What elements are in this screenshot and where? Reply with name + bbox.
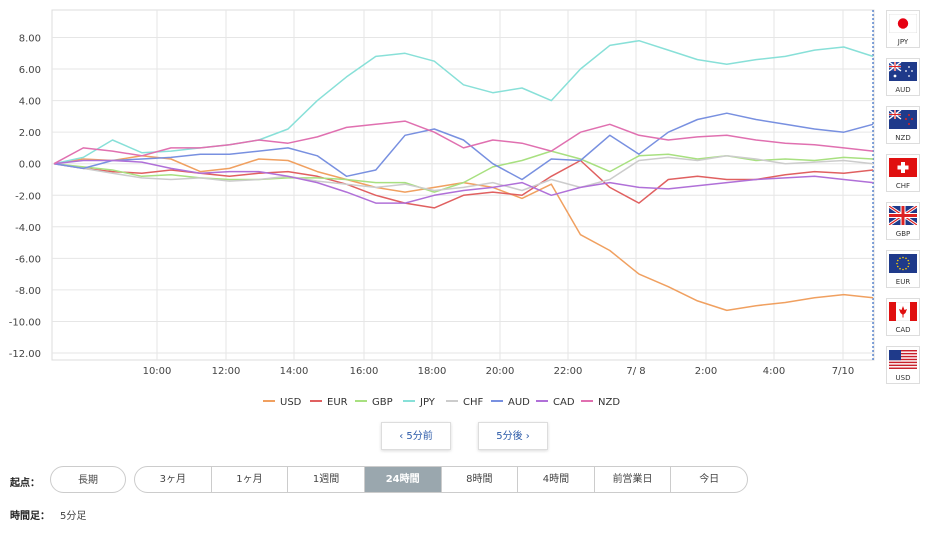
period-option[interactable]: 今日 (671, 467, 747, 492)
japan-flag-icon (889, 14, 917, 33)
legend-label-usd: USD (280, 397, 302, 408)
y-tick-label: 0.00 (19, 160, 41, 171)
currency-toggle-jpy[interactable]: JPY (886, 10, 920, 48)
legend-label-gbp: GBP (372, 397, 393, 408)
chart-axes: 8.00 6.00 4.00 2.00 0.00 -2.00 -4.00 -6.00 -8.00… (9, 34, 854, 378)
y-tick-label: -12.00 (9, 349, 41, 360)
x-tick-label: 12:00 (212, 366, 241, 377)
flag-label: CHF (895, 182, 911, 190)
prev-5min-button[interactable]: ‹ 5分前 (381, 422, 451, 450)
x-tick-label: 22:00 (554, 366, 583, 377)
x-tick-label: 2:00 (695, 366, 717, 377)
y-tick-label: 2.00 (19, 128, 41, 139)
flag-label: USD (895, 374, 911, 382)
period-selector: 3ヶ月 1ヶ月 1週間 24時間 8時間 4時間 前営業日 今日 (134, 466, 748, 493)
next-5min-button[interactable]: 5分後 › (478, 422, 548, 450)
y-tick-label: 4.00 (19, 97, 41, 108)
flag-label: CAD (895, 326, 911, 334)
period-option[interactable]: 1週間 (288, 467, 365, 492)
x-tick-label: 14:00 (280, 366, 309, 377)
plot-frame (51, 9, 875, 361)
legend-label-aud: AUD (508, 397, 530, 408)
currency-toggle-aud[interactable]: AUD (886, 58, 920, 96)
eu-flag-icon (889, 254, 917, 273)
series-line-jpy (53, 39, 874, 165)
long-term-button[interactable]: 長期 (50, 466, 126, 493)
legend-label-jpy: JPY (419, 397, 436, 408)
currency-toggle-gbp[interactable]: GBP (886, 202, 920, 240)
y-tick-label: 8.00 (19, 34, 41, 45)
currency-toggle-nzd[interactable]: NZD (886, 106, 920, 144)
flag-label: GBP (895, 230, 911, 238)
flag-label: AUD (895, 86, 911, 94)
y-tick-label: 6.00 (19, 65, 41, 76)
period-option[interactable]: 前営業日 (595, 467, 672, 492)
chart-grid (51, 9, 875, 361)
x-tick-label: 10:00 (143, 366, 172, 377)
flag-label: JPY (897, 38, 909, 46)
new-zealand-flag-icon (889, 110, 917, 129)
legend-label-cad: CAD (553, 397, 575, 408)
y-tick-label: -10.00 (9, 317, 41, 328)
flag-label: EUR (895, 278, 911, 286)
x-tick-label: 16:00 (350, 366, 379, 377)
x-tick-label: 7/ 8 (626, 366, 645, 377)
interval-label: 時間足： (10, 511, 50, 522)
series-line-eur (53, 159, 874, 209)
australia-flag-icon (889, 62, 917, 81)
x-tick-label: 4:00 (763, 366, 785, 377)
canada-flag-icon (889, 302, 917, 321)
chart-legend: USD EUR GBP JPY CHF AUD CAD NZD (263, 397, 620, 408)
y-tick-label: -6.00 (15, 254, 41, 265)
y-tick-label: -2.00 (15, 191, 41, 202)
period-option[interactable]: 3ヶ月 (135, 467, 212, 492)
currency-toggle-chf[interactable]: CHF (886, 154, 920, 192)
chart-series (53, 39, 874, 312)
y-tick-label: -8.00 (15, 286, 41, 297)
period-option[interactable]: 8時間 (442, 467, 519, 492)
flag-label: NZD (895, 134, 911, 142)
legend-label-eur: EUR (327, 397, 348, 408)
start-label: 起点： (10, 478, 40, 489)
currency-toggle-usd[interactable]: USD (886, 346, 920, 384)
period-option[interactable]: 1ヶ月 (212, 467, 289, 492)
uk-flag-icon (889, 206, 917, 225)
y-tick-label: -4.00 (15, 223, 41, 234)
period-option[interactable]: 24時間 (364, 467, 442, 492)
legend-label-chf: CHF (463, 397, 484, 408)
switzerland-flag-icon (889, 158, 917, 177)
currency-toggle-cad[interactable]: CAD (886, 298, 920, 336)
interval-value: 5分足 (60, 511, 87, 522)
period-option[interactable]: 4時間 (518, 467, 595, 492)
usa-flag-icon (889, 350, 917, 369)
currency-toggle-eur[interactable]: EUR (886, 250, 920, 288)
x-tick-label: 7/10 (832, 366, 854, 377)
x-tick-label: 20:00 (486, 366, 515, 377)
legend-label-nzd: NZD (598, 397, 620, 408)
chart-area: 8.00 6.00 4.00 2.00 0.00 -2.00 -4.00 -6.00 -8.00… (9, 9, 875, 408)
x-tick-label: 18:00 (418, 366, 447, 377)
